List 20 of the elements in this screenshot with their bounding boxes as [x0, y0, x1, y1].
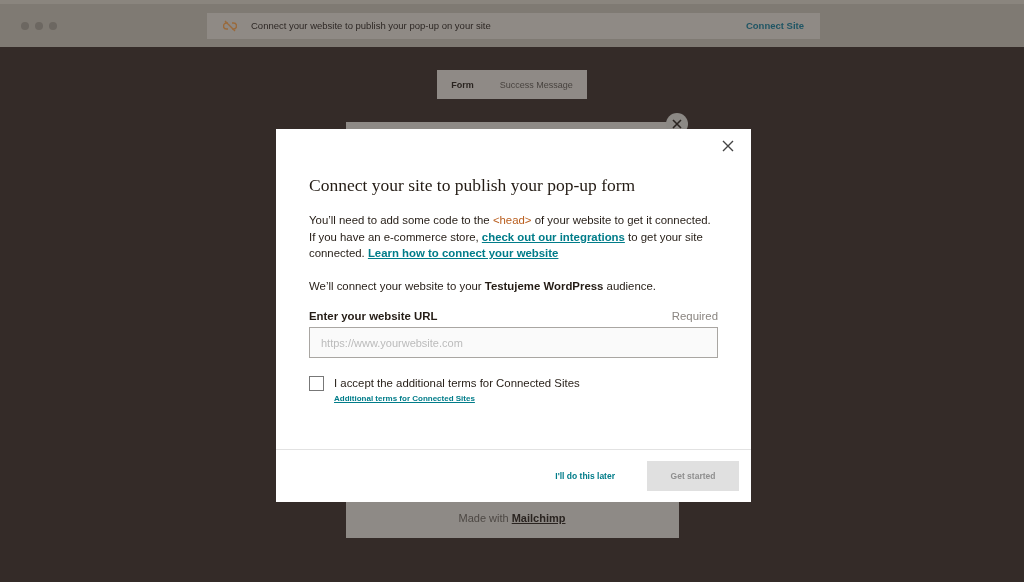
- banner-text: Connect your website to publish your pop-up on your site: [251, 20, 492, 31]
- help-link[interactable]: Learn how to connect your website: [367, 247, 559, 259]
- broken-link-icon: [223, 19, 237, 32]
- required-label: Required: [671, 310, 718, 322]
- close-icon[interactable]: [722, 140, 734, 152]
- mailchimp-link[interactable]: Mailchimp: [511, 512, 566, 524]
- modal-title: Connect your site to publish your pop-up form: [309, 175, 637, 196]
- terms-label: I accept the additional terms for Connected Sites: [334, 377, 580, 389]
- connect-site-link[interactable]: Connect Site: [745, 20, 804, 31]
- tab[interactable]: Form: [451, 79, 474, 90]
- tab[interactable]: Success Message: [499, 79, 573, 90]
- do-later-button[interactable]: I'll do this later: [555, 471, 615, 481]
- made-with-text: Made with: [458, 512, 509, 524]
- terms-link[interactable]: Additional terms for Connected Sites: [334, 394, 580, 403]
- url-input-field[interactable]: https://www.yourwebsite.com: [309, 327, 718, 358]
- terms-checkbox[interactable]: [309, 376, 324, 391]
- url-label: Enter your website URL: [309, 310, 438, 322]
- intro-paragraph: You’ll need to add some code to the <head> of your website to get it connected. If you have an e-commerce store, check out our integrations to get your site connected. Learn how to connect your website: [309, 213, 712, 261]
- help-link[interactable]: check out our integrations: [481, 230, 625, 243]
- audience-note: We’ll connect your website to your Testujeme WordPress audience.: [309, 278, 657, 294]
